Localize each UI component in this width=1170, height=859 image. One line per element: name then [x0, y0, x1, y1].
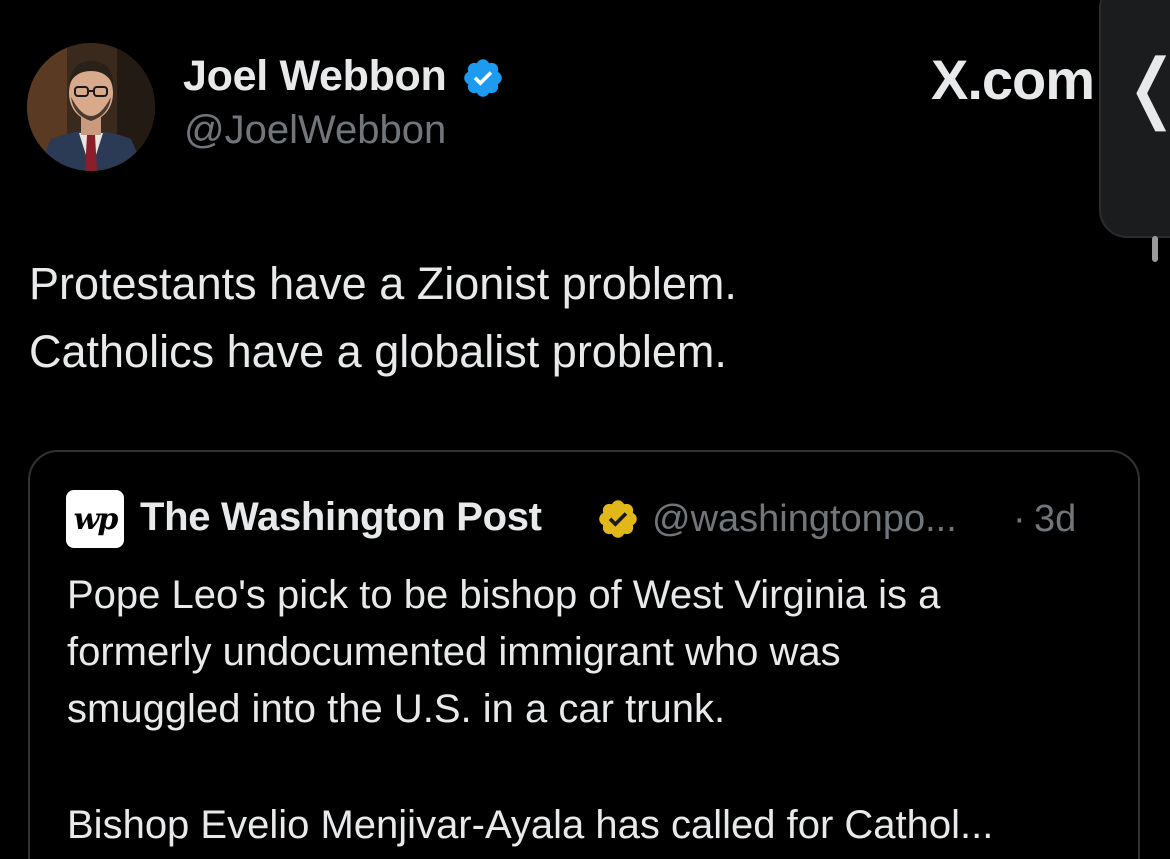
scroll-indicator[interactable]: [1152, 236, 1158, 262]
tweet-line: Protestants have a Zionist problem.: [29, 258, 737, 309]
tweet-text: Protestants have a Zionist problem. Cath…: [29, 250, 1089, 386]
author-name[interactable]: Joel Webbon: [183, 52, 447, 101]
chevron-left-icon[interactable]: ❬: [1120, 50, 1170, 126]
quoted-author-handle[interactable]: @washingtonpo...: [652, 498, 957, 541]
author-avatar[interactable]: [27, 43, 155, 171]
washington-post-logo: wp: [66, 490, 124, 548]
verified-badge-icon: [464, 59, 502, 97]
quoted-line: Pope Leo's pick to be bishop of West Vir…: [67, 573, 941, 617]
quoted-line: smuggled into the U.S. in a car trunk.: [67, 687, 726, 731]
tweet-screenshot: Joel Webbon @JoelWebbon X.com ❬ Protesta…: [0, 0, 1170, 859]
avatar-photo-icon: [27, 43, 155, 171]
quoted-tweet-text: Pope Leo's pick to be bishop of West Vir…: [67, 567, 1127, 738]
quoted-line: formerly undocumented immigrant who was: [67, 630, 841, 674]
x-com-watermark: X.com: [931, 48, 1095, 111]
quoted-author-name[interactable]: The Washington Post: [140, 495, 542, 540]
author-handle[interactable]: @JoelWebbon: [184, 108, 446, 153]
quoted-second-paragraph: Bishop Evelio Menjivar-Ayala has called …: [67, 803, 994, 847]
verified-gold-badge-icon: [599, 500, 637, 538]
tweet-line: Catholics have a globalist problem.: [29, 326, 727, 377]
separator-dot: ·: [1013, 498, 1026, 540]
quoted-timestamp[interactable]: 3d: [1034, 498, 1076, 541]
